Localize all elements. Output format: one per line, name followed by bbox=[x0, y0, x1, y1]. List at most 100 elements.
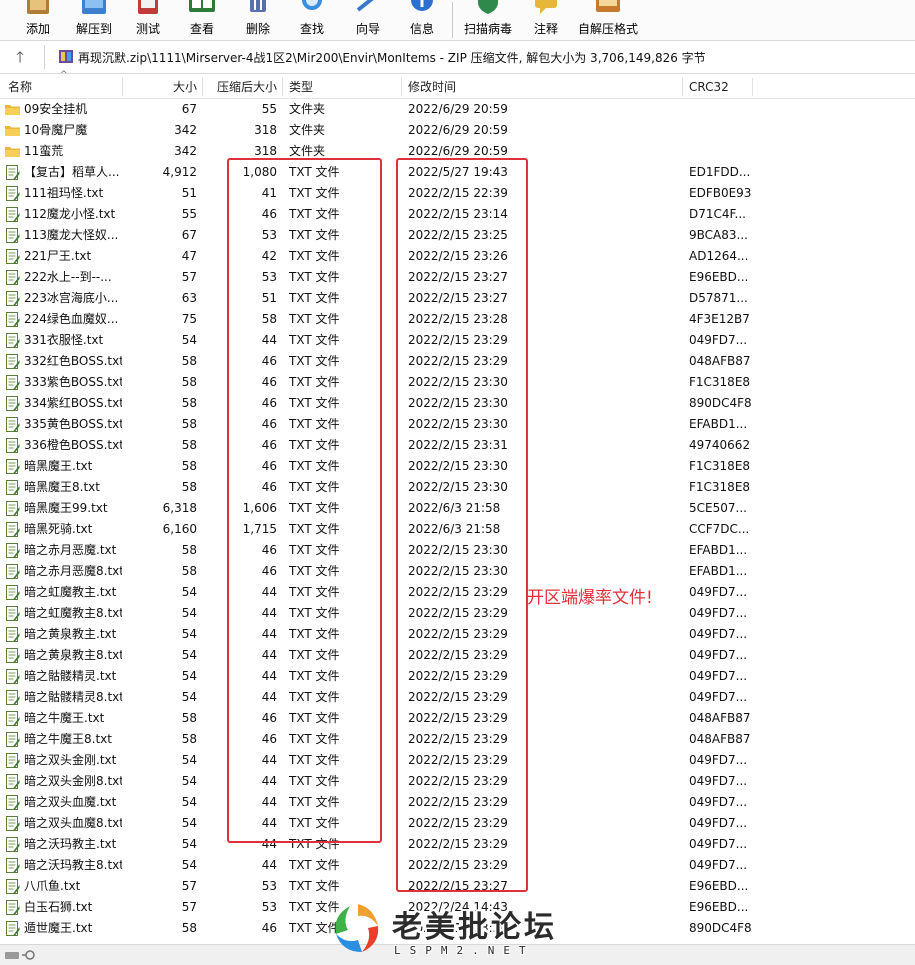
text-file-icon bbox=[6, 921, 20, 936]
cell-size: 54 bbox=[181, 837, 197, 851]
find-button[interactable]: 查找 bbox=[290, 0, 334, 40]
extract-to-button[interactable]: 解压到 bbox=[68, 0, 120, 40]
cell-name: 暗之双头血魔.txt bbox=[24, 795, 117, 809]
cell-packed-size: 318 bbox=[254, 123, 277, 137]
cell-crc bbox=[689, 141, 799, 162]
cell-size: 58 bbox=[181, 732, 197, 746]
text-file-icon bbox=[6, 459, 20, 474]
cell-crc bbox=[689, 99, 799, 120]
cell-name: 113魔龙大怪奴... bbox=[24, 228, 119, 242]
view-button[interactable]: 查看 bbox=[180, 0, 224, 40]
cell-crc: 049FD7... bbox=[689, 333, 748, 347]
cell-crc: 049FD7... bbox=[689, 648, 748, 662]
cell-name: 暗之牛魔王8.txt bbox=[24, 732, 112, 746]
cell-size: 58 bbox=[181, 354, 197, 368]
cell-crc: EDFB0E93 bbox=[689, 186, 752, 200]
sfx-button[interactable]: 自解压格式 bbox=[576, 0, 640, 40]
comment-button[interactable]: 注释 bbox=[524, 0, 568, 40]
cell-name: 222水上--到--... bbox=[24, 270, 112, 284]
column-divider[interactable] bbox=[282, 78, 283, 96]
cell-size: 55 bbox=[181, 207, 197, 221]
cell-packed-size: 44 bbox=[261, 858, 277, 872]
cell-crc: CCF7DC... bbox=[689, 522, 750, 536]
column-divider[interactable] bbox=[122, 78, 123, 96]
cell-crc: ED1FDD... bbox=[689, 165, 751, 179]
text-file-icon bbox=[6, 354, 20, 369]
table-row[interactable]: 10骨魔尸魔 342 318 文件夹 2022/6/29 20:59 bbox=[0, 120, 915, 141]
test-button[interactable]: 测试 bbox=[126, 0, 170, 40]
cell-size: 75 bbox=[181, 312, 197, 326]
text-file-icon bbox=[6, 879, 20, 894]
delete-button[interactable]: 删除 bbox=[236, 0, 280, 40]
cell-name: 336橙色BOSS.txt bbox=[24, 438, 122, 452]
column-divider[interactable] bbox=[752, 78, 753, 96]
folder-icon bbox=[5, 105, 20, 115]
column-crc[interactable]: CRC32 bbox=[689, 76, 729, 98]
text-file-icon bbox=[6, 228, 20, 243]
column-divider[interactable] bbox=[682, 78, 683, 96]
cell-size: 54 bbox=[181, 816, 197, 830]
cell-crc: 890DC4F8 bbox=[689, 396, 752, 410]
cell-name: 暗之牛魔王.txt bbox=[24, 711, 105, 725]
text-file-icon bbox=[6, 858, 20, 873]
cell-name: 暗之虹魔教主.txt bbox=[24, 585, 117, 599]
address-bar: 🡑 再现沉默.zip\1111\Mirserver-4战1区2\Mir200\E… bbox=[0, 41, 915, 74]
text-file-icon bbox=[6, 732, 20, 747]
info-icon bbox=[411, 0, 433, 11]
cell-name: 333紫色BOSS.txt bbox=[24, 375, 122, 389]
cell-size: 58 bbox=[181, 375, 197, 389]
toolbar-separator bbox=[452, 2, 453, 38]
cell-crc: EFABD1... bbox=[689, 564, 748, 578]
watermark: 老美批论坛 LSPM2.NET bbox=[330, 898, 590, 964]
info-button[interactable]: 信息 bbox=[400, 0, 444, 40]
add-archive-icon bbox=[27, 0, 49, 14]
text-file-icon bbox=[6, 627, 20, 642]
table-row[interactable]: 09安全挂机 67 55 文件夹 2022/6/29 20:59 bbox=[0, 99, 915, 120]
column-packed[interactable]: 压缩后大小 bbox=[200, 76, 277, 98]
cell-size: 54 bbox=[181, 690, 197, 704]
cell-crc: 49740662 bbox=[689, 438, 751, 452]
column-modified[interactable]: 修改时间 bbox=[408, 76, 456, 98]
add-button[interactable]: 添加 bbox=[14, 0, 62, 40]
cell-name: 暗之黄泉教主8.txt bbox=[24, 648, 122, 662]
cell-size: 54 bbox=[181, 795, 197, 809]
text-file-icon bbox=[6, 564, 20, 579]
cell-crc: E96EBD... bbox=[689, 879, 749, 893]
zip-archive-icon bbox=[59, 50, 73, 63]
cell-name: 暗黑魔王.txt bbox=[24, 459, 93, 473]
cell-size: 47 bbox=[181, 249, 197, 263]
cell-crc: 890DC4F8 bbox=[689, 921, 752, 935]
cell-crc: 049FD7... bbox=[689, 816, 748, 830]
cell-crc: 049FD7... bbox=[689, 669, 748, 683]
column-size[interactable]: 大小 bbox=[125, 76, 197, 98]
column-divider[interactable] bbox=[401, 78, 402, 96]
text-file-icon bbox=[6, 165, 20, 180]
cell-crc: 049FD7... bbox=[689, 858, 748, 872]
cell-packed-size: 53 bbox=[261, 879, 277, 893]
cell-name: 八爪鱼.txt bbox=[24, 879, 81, 893]
cell-crc: 048AFB87 bbox=[689, 711, 751, 725]
virus-scan-button[interactable]: 扫描病毒 bbox=[460, 0, 516, 40]
cell-modified: 2022/6/29 20:59 bbox=[408, 123, 508, 137]
cell-name: 331衣服怪.txt bbox=[24, 333, 104, 347]
cell-crc: 049FD7... bbox=[689, 627, 748, 641]
text-file-icon bbox=[6, 270, 20, 285]
column-name[interactable]: 名称 bbox=[8, 76, 32, 98]
address-path[interactable]: 再现沉默.zip\1111\Mirserver-4战1区2\Mir200\Env… bbox=[78, 49, 706, 66]
wizard-button[interactable]: 向导 bbox=[346, 0, 390, 40]
forum-logo-icon bbox=[335, 904, 379, 952]
cell-size: 58 bbox=[181, 396, 197, 410]
cell-size: 54 bbox=[181, 774, 197, 788]
text-file-icon bbox=[6, 543, 20, 558]
up-arrow-icon[interactable]: 🡑 bbox=[10, 48, 30, 66]
text-file-icon bbox=[6, 837, 20, 852]
cell-size: 58 bbox=[181, 711, 197, 725]
cell-crc: D71C4F... bbox=[689, 207, 746, 221]
cell-size: 51 bbox=[181, 186, 197, 200]
cell-name: 224绿色血魔奴... bbox=[24, 312, 119, 326]
cell-size: 54 bbox=[181, 585, 197, 599]
column-header: 名称 大小 压缩后大小 类型 修改时间 CRC32 bbox=[0, 76, 915, 99]
cell-size: 58 bbox=[181, 480, 197, 494]
cell-name: 暗之双头金刚8.txt bbox=[24, 774, 122, 788]
column-type[interactable]: 类型 bbox=[289, 76, 313, 98]
